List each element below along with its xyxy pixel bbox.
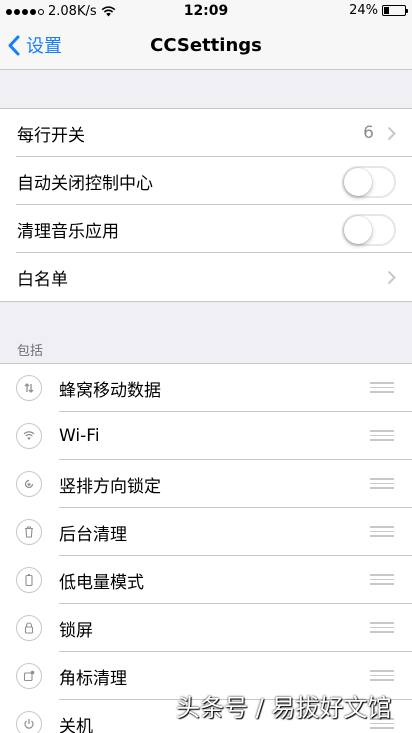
page-title: CCSettings: [150, 35, 262, 56]
status-bar: 2.08K/s 12:09 24%: [0, 0, 412, 22]
list-item[interactable]: 竖排方向锁定: [0, 460, 412, 508]
general-settings-group: 每行开关 6 自动关闭控制中心 清理音乐应用 白名单: [0, 108, 412, 302]
row-clear-music-app: 清理音乐应用: [0, 205, 412, 253]
item-label: 关机: [59, 716, 93, 733]
reorder-handle-icon[interactable]: [370, 382, 394, 396]
item-label: 蜂窝移动数据: [59, 380, 161, 401]
battery-icon: [382, 5, 408, 16]
list-item[interactable]: 蜂窝移动数据: [0, 364, 412, 412]
list-item[interactable]: 低电量模式: [0, 556, 412, 604]
row-value: 6: [363, 123, 374, 143]
rotation-lock-icon: [16, 471, 42, 497]
battery-percent: 24%: [349, 3, 378, 18]
low-power-icon: [16, 567, 42, 593]
badge-clear-icon: [16, 663, 42, 689]
list-item[interactable]: 锁屏: [0, 604, 412, 652]
cellular-data-icon: [16, 375, 42, 401]
row-label: 自动关闭控制中心: [17, 173, 153, 194]
reorder-handle-icon[interactable]: [370, 622, 394, 636]
item-label: Wi-Fi: [59, 426, 100, 446]
row-label: 清理音乐应用: [17, 221, 119, 242]
row-label: 白名单: [17, 269, 68, 290]
row-auto-close-control-center: 自动关闭控制中心: [0, 157, 412, 205]
status-right: 24%: [349, 3, 408, 18]
reorder-handle-icon[interactable]: [370, 574, 394, 588]
wifi-icon: [16, 423, 42, 449]
section-header-include: 包括: [17, 344, 44, 359]
item-label: 竖排方向锁定: [59, 476, 161, 497]
chevron-right-icon: [387, 270, 396, 285]
reorder-handle-icon[interactable]: [370, 430, 394, 444]
clear-music-toggle[interactable]: [342, 214, 396, 246]
item-label: 低电量模式: [59, 572, 144, 593]
battery-level: [384, 7, 389, 14]
reorder-handle-icon[interactable]: [370, 526, 394, 540]
row-label: 每行开关: [17, 125, 85, 146]
item-label: 锁屏: [59, 620, 93, 641]
trash-icon: [16, 519, 42, 545]
list-item[interactable]: Wi-Fi: [0, 412, 412, 460]
navigation-bar: 设置 CCSettings: [0, 22, 412, 70]
chevron-right-icon: [387, 126, 396, 141]
power-icon: [16, 711, 42, 733]
row-switches-per-line[interactable]: 每行开关 6: [0, 109, 412, 157]
auto-close-toggle[interactable]: [342, 166, 396, 198]
reorder-handle-icon[interactable]: [370, 478, 394, 492]
reorder-handle-icon[interactable]: [370, 670, 394, 684]
include-group: 蜂窝移动数据 Wi-Fi 竖排方向锁定 后台清理 低电量模式 锁屏 角标清理 关…: [0, 363, 412, 733]
row-whitelist[interactable]: 白名单: [0, 253, 412, 301]
list-item[interactable]: 后台清理: [0, 508, 412, 556]
item-label: 后台清理: [59, 524, 127, 545]
item-label: 角标清理: [59, 668, 127, 689]
lock-icon: [16, 615, 42, 641]
watermark: 头条号 / 易拔好文馆: [176, 694, 392, 722]
